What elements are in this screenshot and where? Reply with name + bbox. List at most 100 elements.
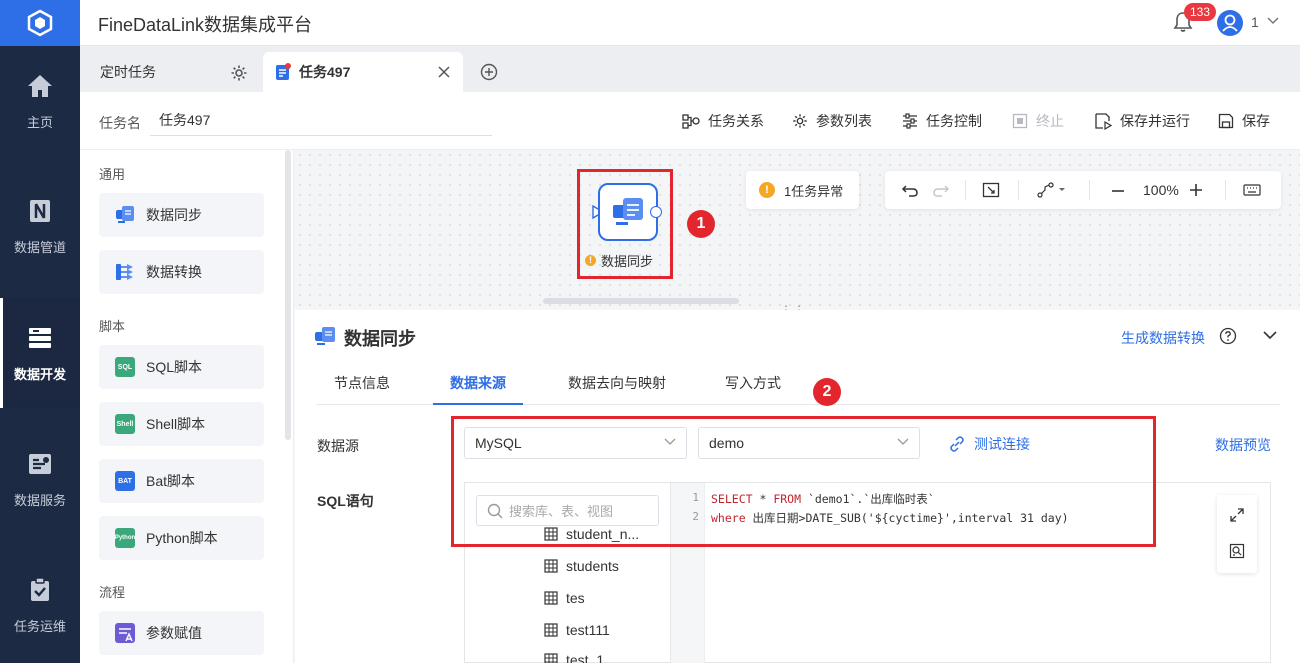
relation-icon xyxy=(682,114,700,129)
palette-item-shell[interactable]: Shell Shell脚本 xyxy=(99,402,264,446)
ops-icon xyxy=(26,576,54,604)
tab-node-info[interactable]: 节点信息 xyxy=(334,373,390,405)
palette-item-sync[interactable]: 数据同步 xyxy=(99,193,264,237)
tab-data-target[interactable]: 数据去向与映射 xyxy=(568,373,666,405)
zoom-level: 100% xyxy=(1143,182,1179,198)
palette-item-label: 参数赋值 xyxy=(146,625,202,641)
task-name-input[interactable] xyxy=(150,104,492,136)
left-nav: 主页 数据管道 数据开发 数据服务 任务运维 xyxy=(0,0,80,663)
nav-item-develop[interactable]: 数据开发 xyxy=(0,298,80,408)
tree-item-table[interactable]: students xyxy=(544,558,619,574)
panel-title: 数据同步 xyxy=(344,329,416,349)
palette-item-sql[interactable]: SQL SQL脚本 xyxy=(99,345,264,389)
gear-icon[interactable] xyxy=(230,64,248,82)
canvas-scrollbar[interactable] xyxy=(543,298,739,304)
data-preview-link[interactable]: 数据预览 xyxy=(1215,435,1271,455)
save-run-button[interactable]: 保存并运行 xyxy=(1094,111,1190,131)
tab-task-497[interactable]: 任务497 xyxy=(263,52,463,92)
tab-label: 任务497 xyxy=(299,64,351,80)
save-run-label: 保存并运行 xyxy=(1120,113,1190,129)
data-transform-icon xyxy=(115,262,135,282)
task-relation-button[interactable]: 任务关系 xyxy=(682,111,764,131)
nav-label: 任务运维 xyxy=(13,618,66,634)
palette-item-label: Bat脚本 xyxy=(146,473,196,489)
flow-canvas[interactable]: ! 数据同步 1 ! 1任务异常 100% ⋮⋮ xyxy=(295,150,1300,317)
palette-item-label: Shell脚本 xyxy=(146,416,206,432)
notification-badge: 133 xyxy=(1184,3,1217,21)
app-title: FineDataLink数据集成平台 xyxy=(98,15,313,35)
palette-item-bat[interactable]: BAT Bat脚本 xyxy=(99,459,264,503)
task-doc-icon xyxy=(276,63,291,80)
sql-label: SQL语句 xyxy=(317,493,374,509)
tree-item-table[interactable]: tes xyxy=(544,590,585,606)
palette-section-flow: 流程 xyxy=(99,585,126,600)
tree-item-label: test_1 xyxy=(566,652,605,663)
bat-script-icon: BAT xyxy=(115,471,135,491)
stop-button[interactable]: 终止 xyxy=(1012,111,1064,131)
param-list-button[interactable]: 参数列表 xyxy=(792,111,872,131)
stop-icon xyxy=(1012,113,1028,129)
help-icon[interactable] xyxy=(1219,327,1237,345)
redo-icon[interactable] xyxy=(932,182,950,198)
table-icon xyxy=(544,623,558,637)
callout-2: 2 xyxy=(813,378,841,406)
add-tab-icon[interactable] xyxy=(480,63,498,81)
panel-tabs: 节点信息 数据来源 数据去向与映射 写入方式 xyxy=(316,373,1280,405)
pipeline-icon xyxy=(26,197,54,225)
tab-data-source[interactable]: 数据来源 xyxy=(433,373,523,405)
app-logo[interactable] xyxy=(0,0,80,46)
close-icon[interactable] xyxy=(437,65,451,79)
task-name-label: 任务名 xyxy=(99,115,141,131)
service-icon xyxy=(26,450,54,478)
tree-item-label: students xyxy=(566,558,619,574)
param-assign-icon xyxy=(115,623,135,643)
tab-write-mode[interactable]: 写入方式 xyxy=(725,373,781,405)
nav-label: 主页 xyxy=(26,114,53,130)
nav-item-home[interactable]: 主页 xyxy=(0,46,80,156)
user-icon xyxy=(1222,14,1238,32)
data-sync-icon xyxy=(315,327,335,345)
editor-tools xyxy=(1217,495,1257,573)
fit-view-icon[interactable] xyxy=(982,182,1000,198)
palette-item-param[interactable]: 参数赋值 xyxy=(99,611,264,655)
task-header: 任务名 任务关系 参数列表 任务控制 终止 保存并运行 保存 xyxy=(80,92,1300,150)
node-palette: 通用 数据同步 数据转换 脚本 SQL SQL脚本 Shell Shell脚本 … xyxy=(80,150,294,663)
task-control-label: 任务控制 xyxy=(926,113,982,129)
nav-item-pipeline[interactable]: 数据管道 xyxy=(0,171,80,281)
nav-item-service[interactable]: 数据服务 xyxy=(0,424,80,534)
layout-connector-icon[interactable] xyxy=(1037,182,1067,198)
python-script-icon: Python xyxy=(115,528,135,548)
logo-icon xyxy=(27,9,53,37)
task-warning-pill[interactable]: ! 1任务异常 xyxy=(746,171,859,209)
shell-script-icon: Shell xyxy=(115,414,135,434)
palette-item-label: SQL脚本 xyxy=(146,359,203,375)
undo-icon[interactable] xyxy=(901,182,919,198)
canvas-toolbar: 100% xyxy=(885,171,1281,209)
task-relation-label: 任务关系 xyxy=(708,113,764,129)
generate-transform-link[interactable]: 生成数据转换 xyxy=(1121,328,1205,348)
palette-item-transform[interactable]: 数据转换 xyxy=(99,250,264,294)
warning-icon: ! xyxy=(585,255,596,266)
data-sync-node[interactable] xyxy=(598,183,658,241)
nav-label: 数据服务 xyxy=(13,492,66,508)
palette-scrollbar[interactable] xyxy=(285,150,291,440)
callout-1: 1 xyxy=(687,210,715,238)
datasource-label: 数据源 xyxy=(317,438,359,454)
tree-item-table[interactable]: test_1 xyxy=(544,652,604,663)
keyboard-icon[interactable] xyxy=(1243,184,1261,196)
nav-item-ops[interactable]: 任务运维 xyxy=(0,550,80,660)
task-control-button[interactable]: 任务控制 xyxy=(902,111,982,131)
develop-icon xyxy=(26,324,54,352)
avatar[interactable] xyxy=(1217,10,1243,36)
zoom-in-icon[interactable] xyxy=(1189,183,1203,197)
chevron-down-icon[interactable] xyxy=(1262,329,1278,341)
chevron-down-icon[interactable] xyxy=(1266,16,1280,26)
expand-icon[interactable] xyxy=(1229,507,1245,523)
palette-item-python[interactable]: Python Python脚本 xyxy=(99,516,264,560)
zoom-out-icon[interactable] xyxy=(1111,189,1125,193)
tree-item-table[interactable]: test111 xyxy=(544,622,610,638)
user-name[interactable]: 1 xyxy=(1251,14,1259,30)
format-preview-icon[interactable] xyxy=(1229,543,1245,559)
node-output-port[interactable] xyxy=(650,206,662,218)
save-button[interactable]: 保存 xyxy=(1218,111,1270,131)
